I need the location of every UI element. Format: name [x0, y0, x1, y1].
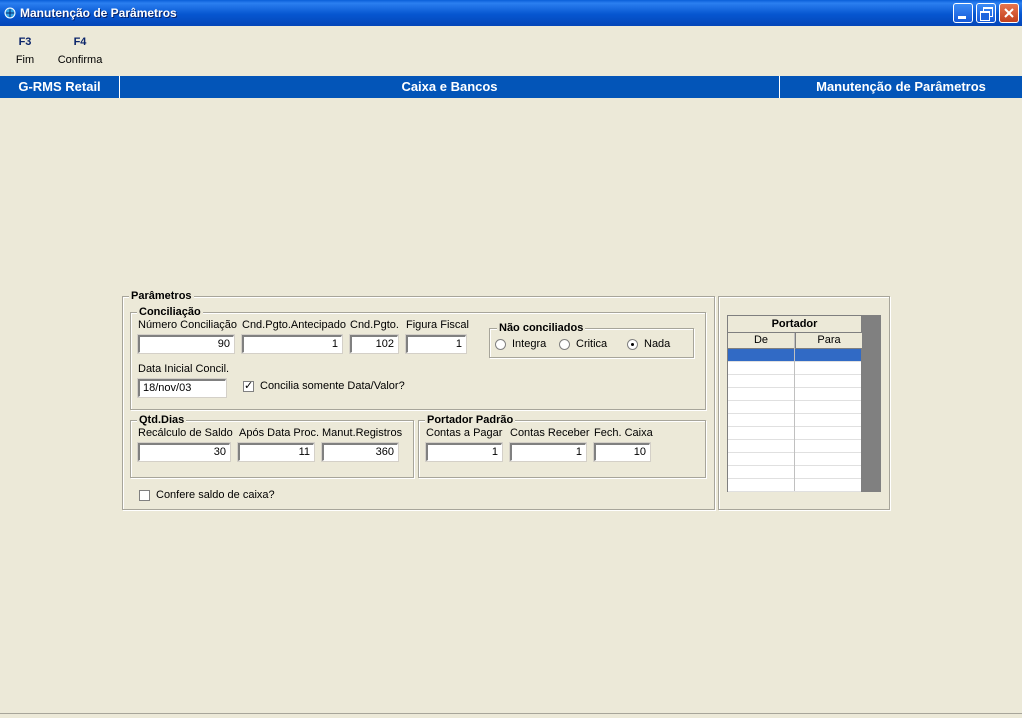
data-inicial-field[interactable]: 18/nov/03 [137, 378, 227, 398]
portador-padrao-title: Portador Padrão [425, 414, 516, 426]
portador-grid-title: Portador [728, 316, 861, 333]
radio-nada[interactable] [627, 339, 638, 350]
f4-label: Confirma [57, 54, 103, 66]
f4-key: F4 [73, 36, 87, 48]
radio-integra[interactable] [495, 339, 506, 350]
radio-nada-label: Nada [644, 338, 671, 350]
parametros-title: Parâmetros [129, 290, 194, 302]
concilia-checkbox[interactable]: ✓ [243, 380, 254, 392]
portador-grid[interactable]: Portador De Para [727, 315, 862, 492]
recalculo-field[interactable]: 30 [137, 442, 231, 462]
radio-critica[interactable] [559, 339, 570, 350]
manut-registros-field[interactable]: 360 [321, 442, 399, 462]
column-header-para[interactable]: Para [795, 333, 862, 349]
qtd-dias-title: Qtd.Dias [137, 414, 187, 426]
cnd-pgto-field[interactable]: 102 [349, 334, 399, 354]
minimize-icon [958, 16, 966, 19]
header-band: G-RMS Retail Caixa e Bancos Manutenção d… [0, 76, 1022, 98]
app-icon [4, 7, 16, 19]
minimize-button[interactable] [953, 3, 973, 23]
f4-confirma-button[interactable]: F4 Confirma [56, 36, 104, 66]
figura-fiscal-field[interactable]: 1 [405, 334, 467, 354]
fech-caixa-label: Fech. Caixa [594, 427, 653, 439]
radio-critica-label: Critica [576, 338, 608, 350]
conciliacao-title: Conciliação [137, 306, 203, 318]
data-inicial-label: Data Inicial Concil. [138, 363, 230, 375]
cnd-pgto-antecipado-field[interactable]: 1 [241, 334, 343, 354]
f3-label: Fim [15, 54, 35, 66]
restore-button[interactable] [976, 3, 996, 23]
radio-integra-label: Integra [512, 338, 547, 350]
check-icon: ✓ [244, 380, 254, 392]
apos-data-label: Após Data Proc. [239, 427, 320, 439]
manut-registros-label: Manut.Registros [322, 427, 403, 439]
fech-caixa-field[interactable]: 10 [593, 442, 651, 462]
recalculo-label: Recálculo de Saldo [138, 427, 233, 439]
nao-conciliados-title: Não conciliados [497, 322, 586, 334]
contas-pagar-label: Contas a Pagar [426, 427, 503, 439]
window-title: Manutenção de Parâmetros [20, 6, 177, 20]
confere-saldo-checkbox[interactable] [139, 490, 150, 501]
cnd-pgto-label: Cnd.Pgto. [350, 319, 399, 331]
header-system: G-RMS Retail [18, 79, 101, 94]
concilia-label: Concilia somente Data/Valor? [260, 380, 405, 392]
apos-data-field[interactable]: 11 [237, 442, 315, 462]
contas-receber-field[interactable]: 1 [509, 442, 587, 462]
numero-conciliacao-field[interactable]: 90 [137, 334, 235, 354]
grid-scrollbar[interactable] [862, 315, 881, 492]
f3-fim-button[interactable]: F3 Fim [13, 36, 37, 66]
contas-pagar-field[interactable]: 1 [425, 442, 503, 462]
title-bar: Manutenção de Parâmetros [0, 0, 1022, 26]
cnd-pgto-antecipado-label: Cnd.Pgto.Antecipado [242, 319, 346, 331]
column-header-de[interactable]: De [728, 333, 794, 349]
f3-key: F3 [18, 36, 32, 48]
header-module: Caixa e Bancos [401, 79, 498, 94]
header-screen: Manutenção de Parâmetros [816, 79, 986, 94]
contas-receber-label: Contas Receber [510, 427, 590, 439]
close-button[interactable] [999, 3, 1019, 23]
close-icon [1004, 8, 1014, 18]
numero-conciliacao-label: Número Conciliação [138, 319, 238, 331]
figura-fiscal-label: Figura Fiscal [406, 319, 469, 331]
status-bar [0, 713, 1022, 718]
confere-saldo-label: Confere saldo de caixa? [156, 489, 275, 501]
